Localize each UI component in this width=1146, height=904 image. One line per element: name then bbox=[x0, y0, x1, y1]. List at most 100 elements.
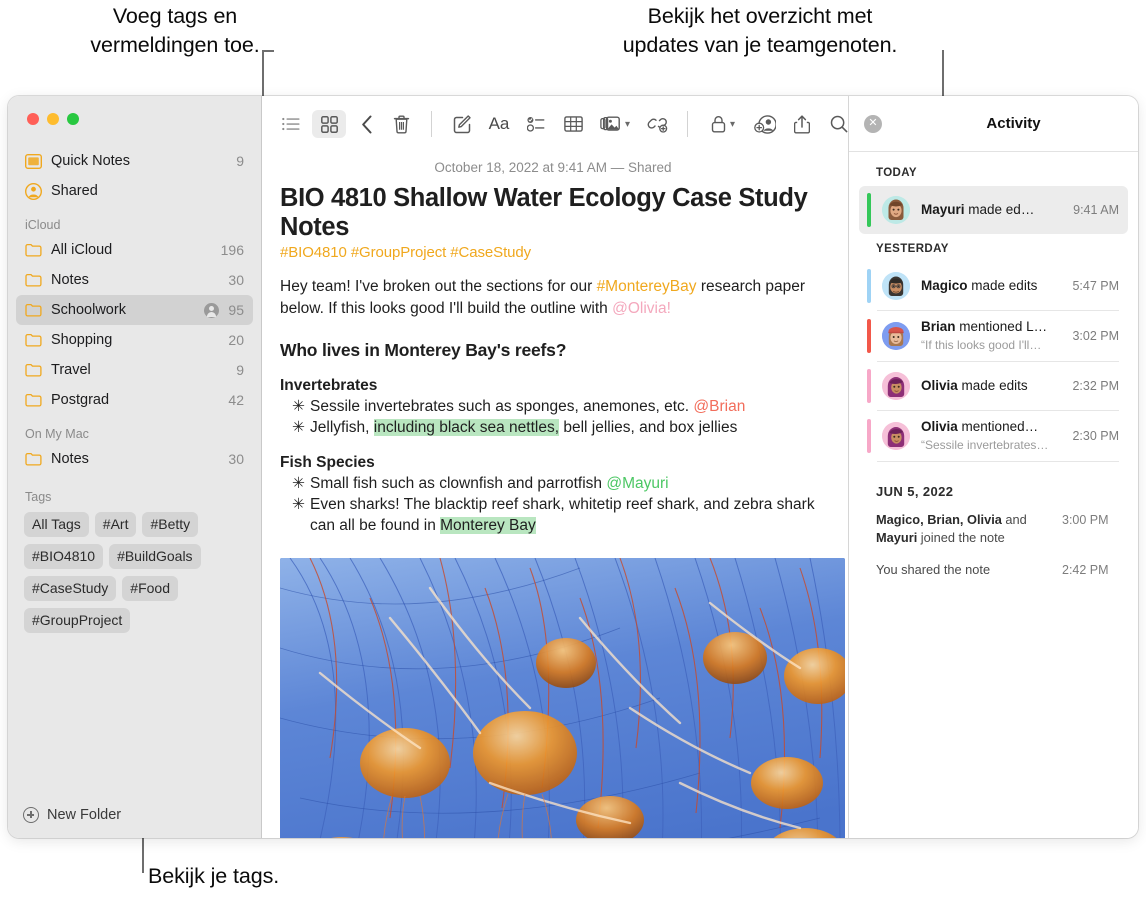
list-text-before: Jellyfish, bbox=[310, 419, 374, 436]
activity-item-text: Olivia made edits bbox=[921, 377, 1066, 395]
tag-chip-buildgoals[interactable]: #BuildGoals bbox=[109, 544, 201, 569]
sidebar-item-shopping[interactable]: Shopping 20 bbox=[16, 325, 253, 355]
tag-chip-art[interactable]: #Art bbox=[94, 512, 137, 537]
tag-chip-casestudy[interactable]: #CaseStudy bbox=[24, 576, 117, 601]
note-attachment-image[interactable] bbox=[280, 558, 845, 838]
back-button[interactable] bbox=[350, 110, 384, 138]
sidebar-section-tags-header: Tags bbox=[25, 490, 52, 504]
link-button[interactable] bbox=[640, 110, 674, 138]
gallery-view-icon bbox=[320, 115, 338, 133]
mention-brian[interactable]: @Brian bbox=[693, 398, 745, 415]
new-folder-button[interactable]: New Folder bbox=[8, 792, 261, 838]
note-content[interactable]: October 18, 2022 at 9:41 AM — Shared BIO… bbox=[262, 152, 848, 838]
activity-item-olivia-edits[interactable]: Olivia made edits 2:32 PM bbox=[859, 362, 1128, 410]
share-button[interactable] bbox=[785, 110, 819, 138]
sidebar-item-count: 9 bbox=[236, 153, 244, 169]
sidebar-item-shared[interactable]: Shared bbox=[16, 176, 253, 206]
list-item: ✳ Even sharks! The blacktip reef shark, … bbox=[280, 494, 826, 536]
activity-item-time: 3:02 PM bbox=[1072, 329, 1119, 343]
minimize-window-button[interactable] bbox=[47, 113, 59, 125]
list-view-button[interactable] bbox=[274, 110, 308, 138]
activity-group-header-today: TODAY bbox=[876, 167, 917, 179]
media-button[interactable]: ▾ bbox=[593, 110, 637, 138]
quick-notes-icon bbox=[25, 153, 42, 169]
sidebar-item-count: 9 bbox=[236, 362, 244, 378]
tag-chip-groupproject[interactable]: #GroupProject bbox=[24, 608, 131, 633]
inline-tag-montereybay[interactable]: #MontereyBay bbox=[597, 278, 697, 295]
sidebar-item-count: 95 bbox=[228, 302, 244, 318]
intro-text-1: Hey team! I've broken out the sections f… bbox=[280, 278, 597, 295]
table-icon bbox=[563, 116, 583, 132]
list-item-text: Sessile invertebrates such as sponges, a… bbox=[310, 396, 826, 417]
mention-mayuri[interactable]: @Mayuri bbox=[606, 475, 668, 492]
sidebar-item-schoolwork[interactable]: Schoolwork 95 bbox=[16, 295, 253, 325]
highlighted-text: including black sea nettles, bbox=[373, 419, 560, 436]
sidebar-scroll[interactable]: Quick Notes 9 Shared iCloud All iCloud 1… bbox=[8, 142, 261, 792]
toolbar-left-group bbox=[274, 110, 384, 138]
avatar bbox=[882, 422, 910, 450]
activity-item-magico[interactable]: Magico made edits 5:47 PM bbox=[859, 262, 1128, 310]
activity-group-header-jun5: JUN 5, 2022 bbox=[876, 484, 954, 499]
activity-item-line1: Olivia mentioned… bbox=[921, 419, 1038, 434]
checklist-icon bbox=[527, 117, 545, 132]
search-icon bbox=[830, 115, 848, 133]
format-button[interactable]: Aa bbox=[482, 110, 516, 138]
tag-chip-bio4810[interactable]: #BIO4810 bbox=[24, 544, 104, 569]
tag-chip-food[interactable]: #Food bbox=[122, 576, 178, 601]
sidebar-item-count: 30 bbox=[228, 272, 244, 288]
folder-icon bbox=[25, 303, 42, 317]
list-item-text: Even sharks! The blacktip reef shark, wh… bbox=[310, 494, 826, 536]
activity-item-text: Magico made edits bbox=[921, 277, 1066, 295]
sidebar-item-count: 42 bbox=[228, 392, 244, 408]
checklist-button[interactable] bbox=[519, 110, 553, 138]
sidebar-item-label: Notes bbox=[51, 451, 89, 467]
close-window-button[interactable] bbox=[27, 113, 39, 125]
sidebar: Quick Notes 9 Shared iCloud All iCloud 1… bbox=[8, 96, 261, 838]
activity-list[interactable]: TODAY Mayuri made ed… 9:41 AM YESTERDAY … bbox=[849, 152, 1138, 838]
memoji-magico-icon bbox=[882, 272, 910, 300]
table-button[interactable] bbox=[556, 110, 590, 138]
sidebar-item-travel[interactable]: Travel 9 bbox=[16, 355, 253, 385]
activity-item-olivia-mention[interactable]: Olivia mentioned… “Sessile invertebrates… bbox=[859, 411, 1128, 461]
compose-note-button[interactable] bbox=[445, 110, 479, 138]
activity-item-brian[interactable]: Brian mentioned L… “If this looks good I… bbox=[859, 311, 1128, 361]
activity-item-time: 9:41 AM bbox=[1073, 203, 1119, 217]
list-text-before: Even sharks! The blacktip reef shark, wh… bbox=[310, 496, 815, 534]
zoom-window-button[interactable] bbox=[67, 113, 79, 125]
activity-item-text: Mayuri made ed… bbox=[921, 201, 1067, 219]
mention-olivia[interactable]: @Olivia! bbox=[612, 300, 671, 317]
sidebar-item-all-icloud[interactable]: All iCloud 196 bbox=[16, 235, 253, 265]
sidebar-item-notes-local[interactable]: Notes 30 bbox=[16, 444, 253, 474]
delete-note-button[interactable] bbox=[384, 110, 418, 138]
activity-user-name: Olivia bbox=[921, 378, 958, 393]
list-text-before: Small fish such as clownfish and parrotf… bbox=[310, 475, 607, 492]
sidebar-item-quick-notes[interactable]: Quick Notes 9 bbox=[16, 146, 253, 176]
gallery-view-button[interactable] bbox=[312, 110, 346, 138]
add-people-button[interactable] bbox=[748, 110, 782, 138]
activity-item-time: 2:32 PM bbox=[1072, 379, 1119, 393]
highlighted-text: Monterey Bay bbox=[440, 517, 536, 534]
activity-action: mentioned… bbox=[961, 419, 1039, 434]
memoji-brian-icon bbox=[882, 322, 910, 350]
note-pane: Aa ▾ ▾ October 18, 2022 at 9:41 AM — Sha… bbox=[261, 96, 848, 838]
activity-item-quote: “Sessile invertebrates… bbox=[921, 438, 1049, 452]
lock-button[interactable]: ▾ bbox=[701, 110, 745, 138]
activity-entry-names-2: Mayuri bbox=[876, 530, 918, 545]
note-subheading-fish-species: Fish Species bbox=[280, 454, 375, 471]
tag-chip-betty[interactable]: #Betty bbox=[142, 512, 199, 537]
memoji-olivia-icon bbox=[882, 372, 910, 400]
sidebar-item-notes-icloud[interactable]: Notes 30 bbox=[16, 265, 253, 295]
note-tags-line: #BIO4810 #GroupProject #CaseStudy bbox=[280, 244, 532, 261]
list-item-text: Jellyfish, including black sea nettles, … bbox=[310, 417, 826, 438]
activity-entry-time: 3:00 PM bbox=[1062, 513, 1109, 527]
activity-item-mayuri[interactable]: Mayuri made ed… 9:41 AM bbox=[859, 186, 1128, 234]
activity-action: mentioned L… bbox=[959, 319, 1048, 334]
callout-bottom: Bekijk je tags. bbox=[148, 864, 280, 888]
activity-item-line1: Olivia made edits bbox=[921, 378, 1028, 393]
activity-title: Activity bbox=[986, 115, 1041, 132]
activity-action: made edits bbox=[971, 278, 1038, 293]
sidebar-item-count: 30 bbox=[228, 451, 244, 467]
note-list-invertebrates: ✳ Sessile invertebrates such as sponges,… bbox=[280, 396, 826, 438]
sidebar-item-postgrad[interactable]: Postgrad 42 bbox=[16, 385, 253, 415]
tag-chip-all-tags[interactable]: All Tags bbox=[24, 512, 89, 537]
